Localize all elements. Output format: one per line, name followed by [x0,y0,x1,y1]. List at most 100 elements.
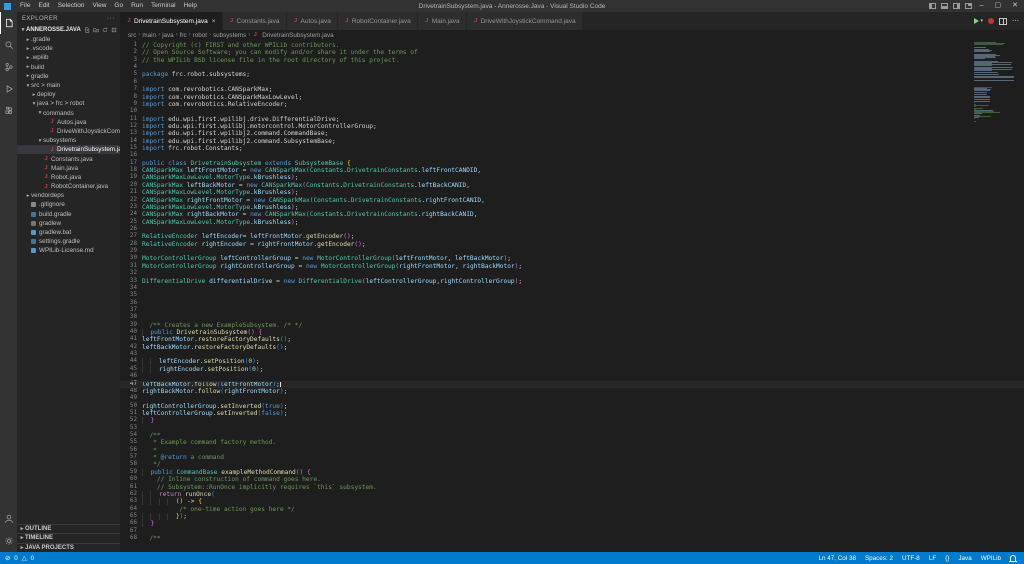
vscode-window: File Edit Selection View Go Run Terminal Help D… [0,0,1024,564]
explorer-root-folder[interactable]: ▾ ANNEROSSE.JAVA [17,25,120,35]
tree-item-java-frc-robot[interactable]: ▾ java > frc > robot [17,99,120,108]
breadcrumb-item-java[interactable]: java [162,32,174,39]
tree-item-commands[interactable]: ▾ commands [17,109,120,118]
tree-item--vscode[interactable]: ▸ .vscode [17,44,120,53]
tree-item-wpilib-license-md[interactable]: WPILib-License.md [17,246,120,255]
refresh-icon[interactable] [102,27,108,33]
tree-item-drivetrainsubsystem-java[interactable]: JDrivetrainSubsystem.java [17,145,120,155]
line-text: CANSparkMaxLowLevel.MotorType.kBrushless… [142,174,299,182]
tree-item-vendordeps[interactable]: ▸ vendordeps [17,191,120,200]
tree-item-gradlew-bat[interactable]: gradlew.bat [17,228,120,237]
run-debug-icon[interactable] [0,78,17,100]
section-outline[interactable]: ▸ OUTLINE [17,523,120,534]
extensions-icon[interactable] [0,100,17,122]
status-wpilib[interactable]: WPILib [981,555,1001,562]
tab-Autos.java[interactable]: J Autos.java [286,12,337,30]
status-lf[interactable]: LF [929,555,936,562]
new-folder-icon[interactable] [93,27,99,33]
maximize-button[interactable]: ▢ [992,0,1005,12]
tree-item-build-gradle[interactable]: build.gradle [17,210,120,219]
tab-Constants.java[interactable]: J Constants.java [222,12,286,30]
breadcrumb-item-main[interactable]: main [142,32,156,39]
collapse-folders-icon[interactable] [111,27,117,33]
tree-item-constants-java[interactable]: J Constants.java [17,154,120,163]
tree-item-main-java[interactable]: J Main.java [17,164,120,173]
breadcrumb-item-src[interactable]: src [128,32,136,39]
status-spaces-2[interactable]: Spaces: 2 [865,555,893,562]
breadcrumb[interactable]: src › main › java › frc › robot › subsystems › J Driv… [120,30,1024,40]
run-java-button[interactable]: ▾ [974,18,983,24]
line-text: // the WPILib BSD license file in the ro… [142,56,400,64]
breadcrumb-separator: › [158,32,161,38]
section-java-projects[interactable]: ▸ JAVA PROJECTS [17,542,120,553]
tree-item-robotcontainer-java[interactable]: J RobotContainer.java [17,182,120,191]
tab-RobotContainer.java[interactable]: J RobotContainer.java [337,12,417,30]
tree-item-settings-gradle[interactable]: settings.gradle [17,237,120,246]
tree-item--wpilib[interactable]: ▸ .wpilib [17,53,120,62]
tree-item--gradle[interactable]: ▸ .gradle [17,35,120,44]
tab-Main.java[interactable]: J Main.java [417,12,466,30]
tree-item-deploy[interactable]: ▸ deploy [17,90,120,99]
new-file-icon[interactable] [84,27,90,33]
account-icon[interactable] [0,508,17,530]
section-timeline[interactable]: ▸ TIMELINE [17,533,120,543]
tree-item-drivewithjoystickcommand-java[interactable]: JDriveWithJoystickCommand.java [17,127,120,136]
split-editor-icon[interactable] [999,17,1007,25]
notifications-bell-icon[interactable] [1009,555,1017,562]
vertical-scrollbar[interactable] [1017,40,1024,552]
menu-selection[interactable]: Selection [54,0,89,12]
settings-gear-icon[interactable] [0,530,17,552]
tree-item-gradle[interactable]: ▸ gradle [17,72,120,81]
minimize-button[interactable]: – [977,0,987,12]
toggle-secondary-sidebar-icon[interactable] [952,3,960,9]
explorer-sidebar: EXPLORER ··· ▾ ANNEROSSE.JAVA ▸ .gradle ▸.… [17,12,120,552]
tree-item-subsystems[interactable]: ▾ subsystems [17,136,120,145]
more-actions-icon[interactable]: ⋯ [1012,17,1019,25]
source-control-icon[interactable] [0,56,17,78]
line-number: 11 [129,115,137,122]
tab-DrivetrainSubsystem.java[interactable]: J DrivetrainSubsystem.java × [120,12,222,30]
close-tab-icon[interactable]: × [212,18,216,25]
search-icon[interactable] [0,34,17,56]
menu-terminal[interactable]: Terminal [147,0,180,12]
breadcrumb-item-robot[interactable]: robot [193,32,207,39]
tree-item-src-main[interactable]: ▾ src > main [17,81,120,90]
toggle-panel-icon[interactable] [940,3,948,9]
menu-file[interactable]: File [16,0,34,12]
line-number: 50 [129,402,137,409]
tree-item-robot-java[interactable]: J Robot.java [17,173,120,182]
explorer-more-actions-icon[interactable]: ··· [107,15,115,22]
minimap[interactable] [974,42,1014,122]
close-button[interactable]: ✕ [1009,0,1021,12]
tree-item-autos-java[interactable]: J Autos.java [17,118,120,127]
vscode-logo-icon[interactable] [4,2,11,10]
menu-go[interactable]: Go [110,0,127,12]
breadcrumb-item-drivetrainsubsystem.java[interactable]: DrivetrainSubsystem.java [262,32,333,39]
menu-help[interactable]: Help [180,0,201,12]
tree-item-label: Autos.java [57,118,87,126]
status--[interactable]: {} [945,555,949,562]
menu-view[interactable]: View [88,0,110,12]
code-line-52: 52 } [120,417,1024,425]
tree-item--gitignore[interactable]: .gitignore [17,200,120,209]
problems-indicator[interactable]: ⊘ 0 △ 0 [0,555,34,562]
tab-DriveWithJoystickCommand.java[interactable]: J DriveWithJoystickCommand.java [466,12,582,30]
code-line-65: 65 }); [120,513,1024,520]
menu-run[interactable]: Run [127,0,147,12]
status-ln-47-col-38[interactable]: Ln 47, Col 38 [818,555,855,562]
explorer-icon[interactable] [0,12,17,34]
status-java[interactable]: Java [958,555,971,562]
breadcrumb-separator: › [188,32,191,38]
tree-item-build[interactable]: ▸ build [17,63,120,72]
breadcrumb-item-frc[interactable]: frc [180,32,187,39]
gradle-file-icon [31,239,36,245]
wpilib-icon[interactable] [988,18,994,24]
line-number: 44 [129,358,137,365]
tree-item-gradlew[interactable]: gradlew [17,219,120,228]
breadcrumb-item-subsystems[interactable]: subsystems [213,32,246,39]
code-editor[interactable]: 1 // Copyright (c) FIRST and other WPILib… [120,40,1024,552]
status-utf-8[interactable]: UTF-8 [902,555,920,562]
toggle-sidebar-icon[interactable] [928,3,936,9]
customize-layout-icon[interactable] [964,3,972,9]
menu-edit[interactable]: Edit [34,0,53,12]
